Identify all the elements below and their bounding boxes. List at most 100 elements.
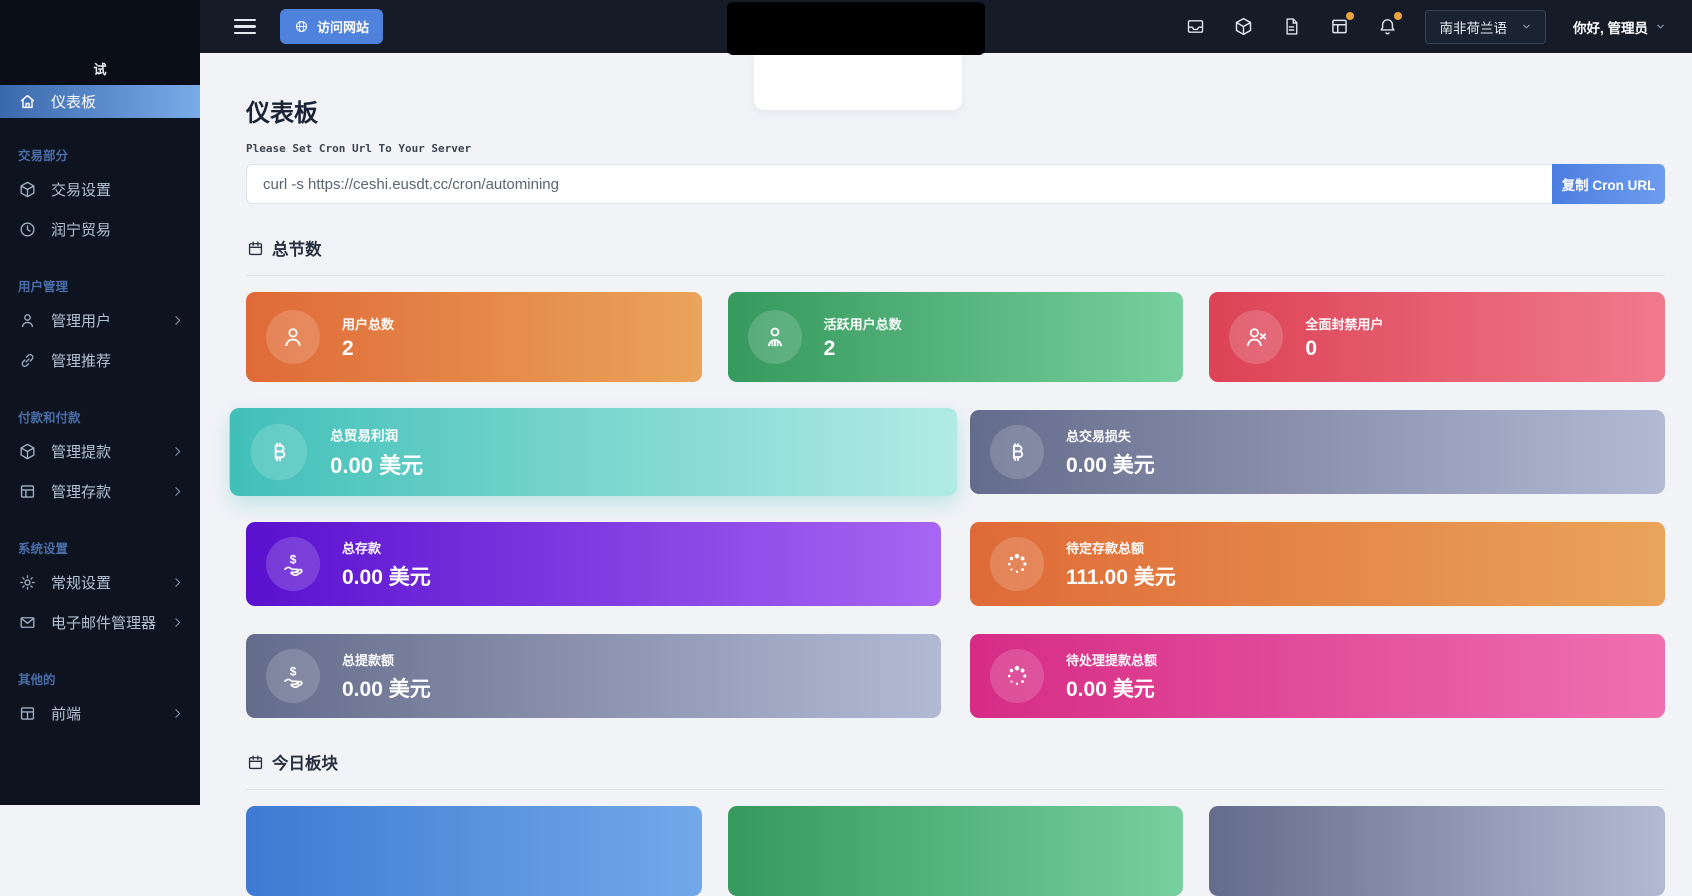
sidebar-section-trading: 交易部分: [0, 145, 200, 164]
sidebar-item-general-settings[interactable]: 常规设置: [0, 562, 200, 602]
spinner-icon: [990, 649, 1044, 703]
globe-icon: [294, 19, 309, 34]
stat-card-pending-deposits: 待定存款总额 111.00 美元: [970, 522, 1665, 606]
user-active-icon: [748, 310, 802, 364]
calendar-icon: [246, 753, 265, 772]
greeting-label: 你好, 管理员: [1573, 17, 1648, 37]
sidebar-item-label: 管理推荐: [51, 350, 111, 371]
sidebar-item-label: 管理存款: [51, 481, 111, 502]
chevron-right-icon: [171, 485, 184, 498]
today-section-header: 今日板块: [246, 750, 1665, 774]
sidebar-item-manage-referral[interactable]: 管理推荐: [0, 340, 200, 380]
divider: [246, 789, 1665, 790]
bell-icon[interactable]: [1377, 16, 1398, 37]
stat-value: 2: [342, 337, 394, 361]
chevron-down-icon: [1655, 21, 1666, 32]
stat-card-active-users: 活跃用户总数 2: [728, 292, 1184, 382]
sidebar-item-label: 电子邮件管理器: [51, 612, 156, 633]
stat-label: 活跃用户总数: [824, 314, 902, 333]
visit-site-button[interactable]: 访问网站: [280, 9, 383, 44]
stat-label: 全面封禁用户: [1305, 314, 1383, 333]
today-card-2: [728, 806, 1184, 896]
stat-card-banned-users: 全面封禁用户 0: [1209, 292, 1665, 382]
sidebar-item-label: 交易设置: [51, 179, 111, 200]
sidebar-item-manage-withdrawals[interactable]: 管理提款: [0, 431, 200, 471]
document-icon[interactable]: [1281, 16, 1302, 37]
user-menu[interactable]: 你好, 管理员: [1573, 17, 1666, 37]
mail-icon: [18, 613, 37, 632]
stat-value: 0.00 美元: [1066, 449, 1155, 479]
stat-label: 总提款额: [342, 650, 431, 669]
stat-card-pending-withdrawals: 待处理提款总额 0.00 美元: [970, 634, 1665, 718]
sidebar-item-manage-users[interactable]: 管理用户: [0, 300, 200, 340]
notification-dot: [1346, 12, 1354, 20]
sidebar-item-label: 仪表板: [51, 91, 96, 112]
package-icon: [18, 442, 37, 461]
sidebar-item-label: 常规设置: [51, 572, 111, 593]
package-icon[interactable]: [1233, 16, 1254, 37]
user-icon: [266, 310, 320, 364]
stat-value: 0.00 美元: [330, 448, 423, 479]
brand-logo[interactable]: 试: [0, 0, 200, 85]
stat-label: 待定存款总额: [1066, 538, 1176, 557]
chevron-down-icon: [1521, 21, 1532, 32]
menu-toggle-icon[interactable]: [234, 15, 256, 39]
divider: [246, 275, 1665, 276]
stat-card-total-trade-profit: 总贸易利润 0.00 美元: [230, 408, 958, 496]
table-icon: [18, 482, 37, 501]
sidebar-item-runing-trade[interactable]: 润宁贸易: [0, 209, 200, 249]
chevron-right-icon: [171, 445, 184, 458]
stat-value: 0.00 美元: [342, 561, 431, 591]
main-content: 仪表板 Please Set Cron Url To Your Server 复…: [200, 53, 1692, 805]
sidebar-item-label: 前端: [51, 703, 81, 724]
stat-card-total-deposits: 总存款 0.00 美元: [246, 522, 941, 606]
inbox-icon[interactable]: [1185, 16, 1206, 37]
language-label: 南非荷兰语: [1439, 17, 1507, 37]
cube-icon: [18, 180, 37, 199]
sidebar: 试 仪表板 交易部分 交易设置 润宁贸易 用户管理 管理用户 管理推荐 付款和付…: [0, 0, 200, 805]
today-section-title: 今日板块: [272, 750, 338, 774]
brand-text: 试: [93, 59, 106, 78]
gear-icon: [18, 573, 37, 592]
stats-section-title: 总节数: [272, 236, 322, 260]
bitcoin-icon: [251, 424, 308, 481]
redacted-logo-card: [754, 55, 962, 110]
stat-value: 0.00 美元: [342, 673, 431, 703]
stat-label: 总交易损失: [1066, 426, 1155, 445]
bitcoin-icon: [990, 425, 1044, 479]
stat-card-total-users: 用户总数 2: [246, 292, 702, 382]
hand-dollar-icon: [266, 649, 320, 703]
chevron-right-icon: [171, 576, 184, 589]
sidebar-item-dashboard[interactable]: 仪表板: [0, 85, 200, 118]
sidebar-section-payments: 付款和付款: [0, 407, 200, 426]
sidebar-section-others: 其他的: [0, 669, 200, 688]
sidebar-section-users: 用户管理: [0, 276, 200, 295]
sidebar-item-email-manager[interactable]: 电子邮件管理器: [0, 602, 200, 642]
sidebar-item-frontend[interactable]: 前端: [0, 693, 200, 733]
language-selector[interactable]: 南非荷兰语: [1425, 10, 1546, 44]
chevron-right-icon: [171, 707, 184, 720]
clock-icon: [18, 220, 37, 239]
stat-label: 总存款: [342, 538, 431, 557]
stats-section-header: 总节数: [246, 236, 1665, 260]
chevron-right-icon: [171, 314, 184, 327]
stat-value: 111.00 美元: [1066, 561, 1176, 591]
cron-url-input[interactable]: [246, 164, 1552, 204]
table-icon[interactable]: [1329, 16, 1350, 37]
stat-label: 总贸易利润: [330, 424, 423, 444]
calendar-icon: [246, 239, 265, 258]
layout-icon: [18, 704, 37, 723]
sidebar-item-trade-settings[interactable]: 交易设置: [0, 169, 200, 209]
sidebar-item-manage-deposits[interactable]: 管理存款: [0, 471, 200, 511]
stat-label: 待处理提款总额: [1066, 650, 1157, 669]
stat-label: 用户总数: [342, 314, 394, 333]
today-card-3: [1209, 806, 1665, 896]
today-card-1: [246, 806, 702, 896]
sidebar-item-label: 管理用户: [51, 310, 111, 331]
stat-card-total-withdrawals: 总提款额 0.00 美元: [246, 634, 941, 718]
sidebar-item-label: 润宁贸易: [51, 219, 111, 240]
copy-cron-url-button[interactable]: 复制 Cron URL: [1552, 164, 1665, 204]
sidebar-section-system: 系统设置: [0, 538, 200, 557]
stat-card-total-trade-loss: 总交易损失 0.00 美元: [970, 410, 1665, 494]
stat-value: 0: [1305, 337, 1383, 361]
